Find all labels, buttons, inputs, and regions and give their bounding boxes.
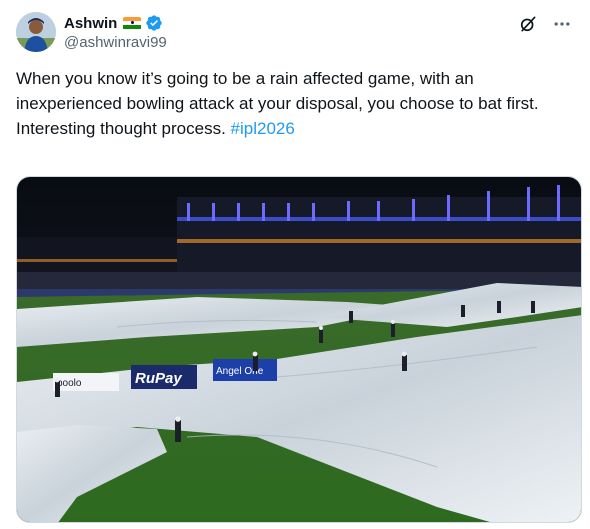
author-name[interactable]: Ashwin — [64, 15, 117, 32]
post-text-line-2: inexperienced bowling attack at your dis… — [16, 94, 539, 113]
hashtag-link[interactable]: #ipl2026 — [231, 119, 295, 138]
post-text-line-1: When you know it’s going to be a rain af… — [16, 69, 474, 88]
author-name-row: Ashwin — [64, 13, 163, 33]
post-image[interactable]: poolo RuPay Angel One — [16, 176, 582, 523]
avatar-image — [16, 12, 56, 52]
more-icon[interactable] — [552, 14, 572, 34]
post-text: When you know it’s going to be a rain af… — [16, 66, 576, 141]
grok-icon[interactable] — [518, 14, 538, 34]
ad-board-poolo-label: poolo — [57, 378, 82, 389]
top-actions — [518, 14, 572, 34]
post-text-prefix: Interesting thought process. — [16, 119, 231, 138]
post-text-line-3: Interesting thought process. #ipl2026 — [16, 116, 576, 141]
ad-board-rupay-label: RuPay — [135, 370, 182, 387]
avatar[interactable] — [16, 12, 56, 52]
stadium-rain-covers-image: poolo RuPay Angel One — [17, 177, 581, 522]
india-flag-icon — [123, 16, 142, 30]
verified-badge-icon[interactable] — [145, 14, 163, 32]
author-handle[interactable]: @ashwinravi99 — [64, 34, 167, 51]
tweet: Ashwin @ashwinravi99 When you know it’s … — [0, 0, 590, 529]
